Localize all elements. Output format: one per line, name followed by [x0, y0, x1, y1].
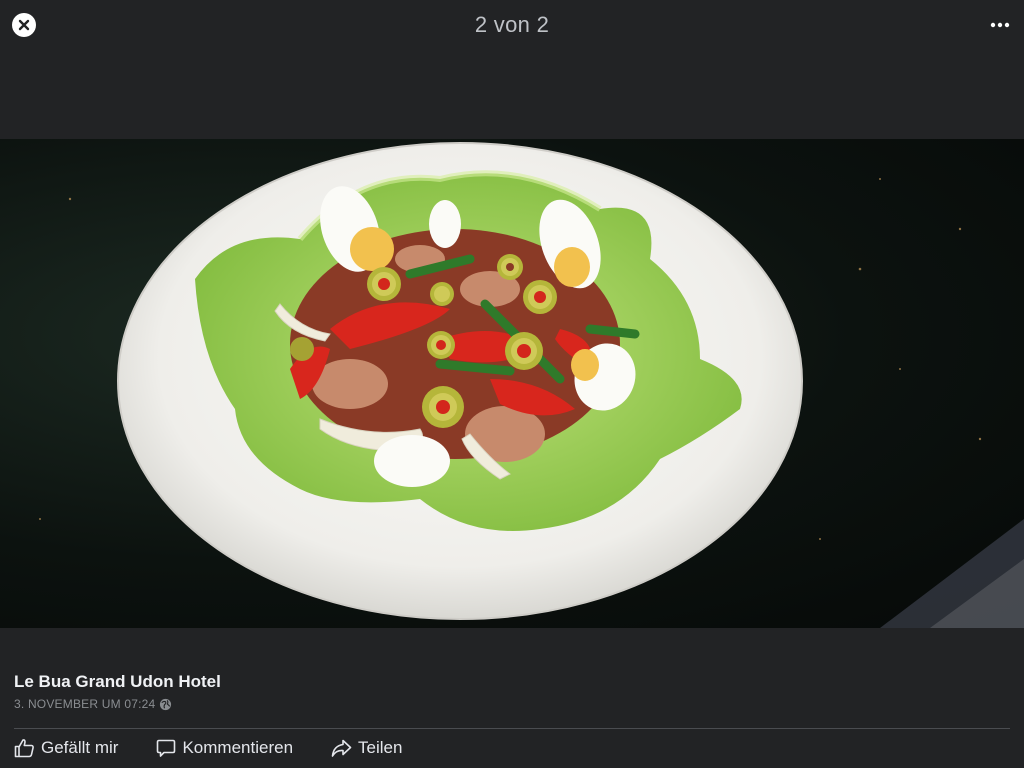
comment-button[interactable]: Kommentieren: [156, 738, 293, 758]
like-label: Gefällt mir: [41, 738, 119, 757]
globe-icon: [160, 698, 172, 710]
share-button[interactable]: Teilen: [331, 738, 402, 758]
more-options-button[interactable]: [990, 18, 1010, 30]
thumbs-up-icon: [14, 739, 34, 758]
post-actions: Gefällt mir Kommentieren Teilen: [14, 738, 440, 758]
more-dots-icon: [990, 22, 1010, 28]
share-arrow-icon: [331, 739, 352, 757]
salad-photo-illustration: [39, 142, 1024, 628]
comment-icon: [157, 739, 176, 757]
share-label: Teilen: [358, 738, 403, 757]
comment-label: Kommentieren: [182, 738, 294, 757]
post-date-row: 3. NOVEMBER UM 07:24: [14, 697, 221, 711]
post-date[interactable]: 3. NOVEMBER UM 07:24: [14, 697, 155, 711]
post-photo[interactable]: [0, 139, 1024, 628]
photo-counter: 2 von 2: [474, 12, 550, 37]
actions-divider: [14, 728, 1010, 729]
post-meta: Le Bua Grand Udon Hotel 3. NOVEMBER UM 0…: [14, 672, 221, 711]
like-button[interactable]: Gefällt mir: [14, 738, 118, 758]
page-name[interactable]: Le Bua Grand Udon Hotel: [14, 672, 221, 692]
viewer-top-bar: 2 von 2: [0, 0, 1024, 50]
